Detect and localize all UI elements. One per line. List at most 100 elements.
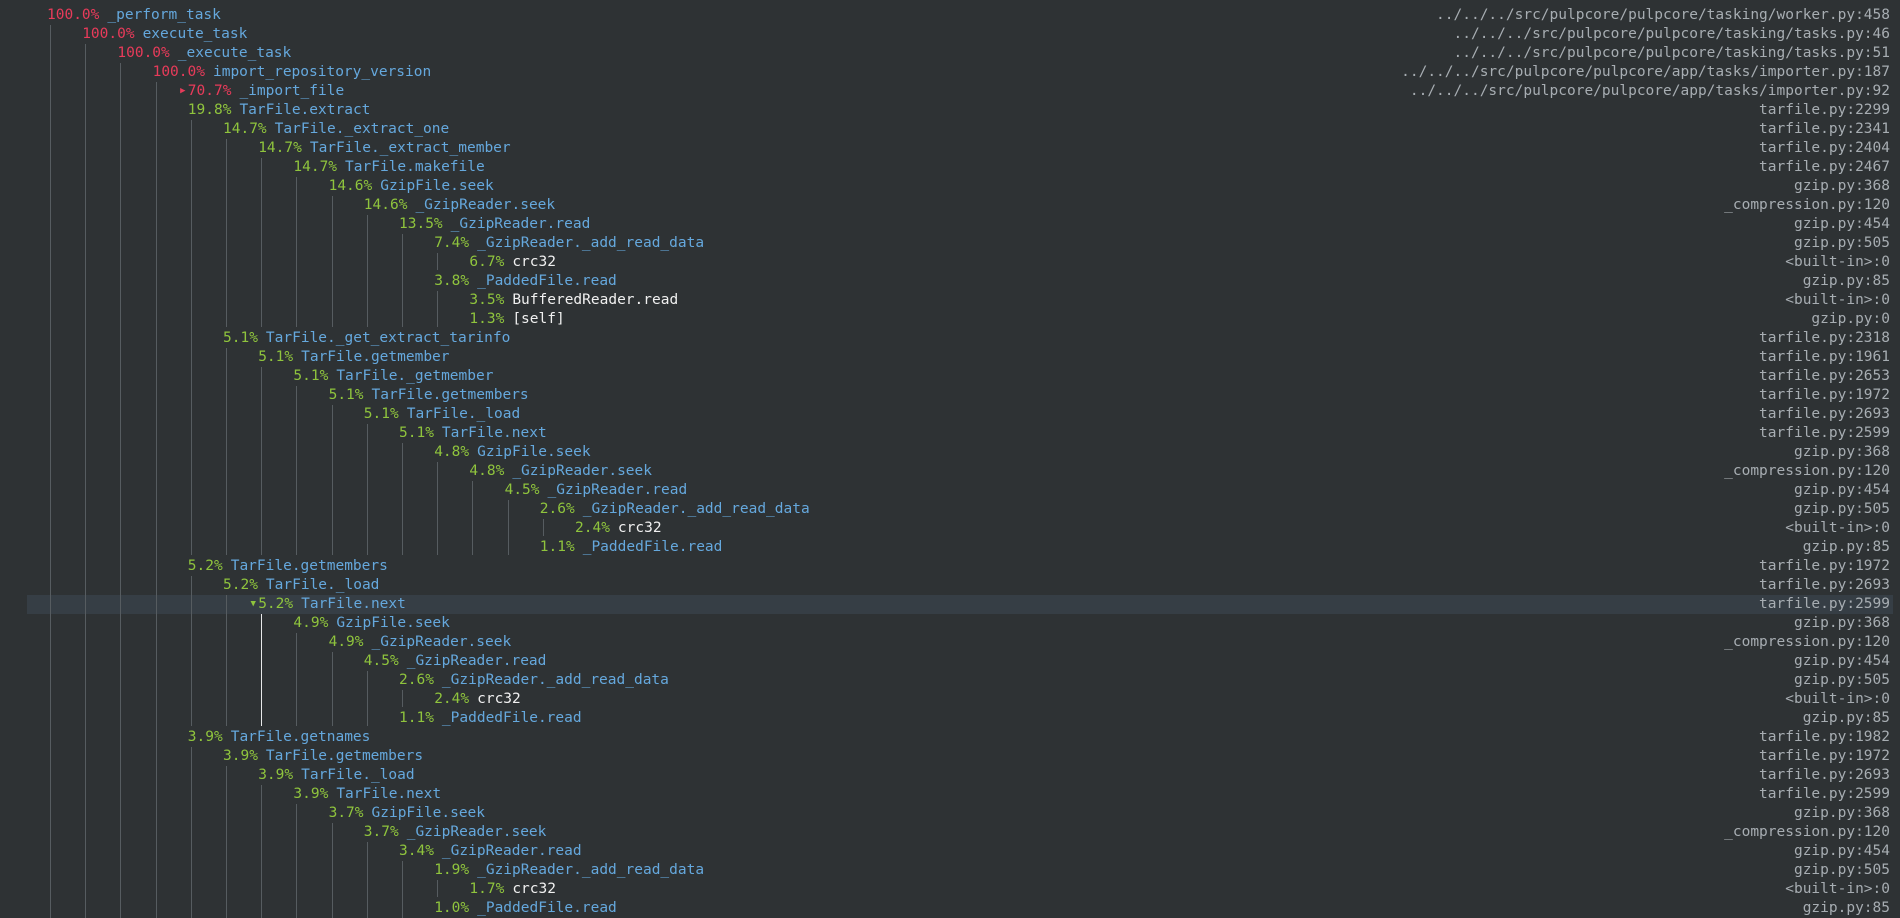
function-name: GzipFile.seek xyxy=(336,615,450,631)
source-location: _compression.py:120 xyxy=(1724,634,1890,650)
row-content: 1.1% _PaddedFile.read xyxy=(399,709,582,728)
percent-value: 1.3% xyxy=(469,311,505,327)
tree-guide-line xyxy=(226,766,227,918)
function-name: _PaddedFile.read xyxy=(582,539,723,555)
function-name: GzipFile.seek xyxy=(371,805,486,821)
tree-row[interactable]: 2.4% crc32 <built-in>:0 xyxy=(0,690,1900,709)
source-location: tarfile.py:1972 xyxy=(1759,748,1890,764)
function-name: _GzipReader.seek xyxy=(512,463,652,479)
tree-guide-line xyxy=(261,158,263,327)
tree-row[interactable]: 4.5% _GzipReader.read gzip.py:454 xyxy=(0,481,1900,500)
tree-row[interactable]: 5.1% TarFile.getmembers tarfile.py:1972 xyxy=(0,386,1900,405)
tree-row[interactable]: 100.0% _perform_task ../../../src/pulpcore… xyxy=(0,6,1900,25)
tree-row[interactable]: 19.8% TarFile.extract tarfile.py:2299 xyxy=(0,101,1900,120)
source-location: gzip.py:505 xyxy=(1793,501,1890,517)
tree-guide-line xyxy=(261,367,263,555)
tree-guide-line xyxy=(85,44,87,918)
tree-row[interactable]: 1.0% _PaddedFile.read gzip.py:85 xyxy=(0,899,1900,918)
tree-row[interactable]: 1.3% [self] gzip.py:0 xyxy=(0,310,1900,329)
source-location: tarfile.py:1972 xyxy=(1759,558,1890,574)
tree-row[interactable]: 1.7% crc32 <built-in>:0 xyxy=(0,880,1900,899)
source-location: tarfile.py:1982 xyxy=(1759,729,1890,745)
tree-row[interactable]: 14.7% TarFile._extract_member tarfile.py:2… xyxy=(0,139,1900,158)
source-location: tarfile.py:2693 xyxy=(1759,577,1890,593)
tree-row[interactable]: 1.1% _PaddedFile.read gzip.py:85 xyxy=(0,709,1900,728)
row-content: 1.7% crc32 xyxy=(469,880,556,899)
tree-row[interactable]: 2.4% crc32 <built-in>:0 xyxy=(0,519,1900,538)
tree-row[interactable]: 4.8% _GzipReader.seek _compression.py:120 xyxy=(0,462,1900,481)
triangle-right-icon[interactable]: ▶ xyxy=(178,82,188,101)
function-name: TarFile._extract_member xyxy=(309,140,511,156)
source-location: tarfile.py:1961 xyxy=(1759,349,1890,365)
tree-row[interactable]: 3.8% _PaddedFile.read gzip.py:85 xyxy=(0,272,1900,291)
tree-row[interactable]: 5.1% TarFile.getmember tarfile.py:1961 xyxy=(0,348,1900,367)
row-content: 14.7% TarFile._extract_member xyxy=(258,139,510,158)
tree-row[interactable]: 5.2% TarFile._load tarfile.py:2693 xyxy=(0,576,1900,595)
tree-row[interactable]: 4.5% _GzipReader.read gzip.py:454 xyxy=(0,652,1900,671)
triangle-down-icon[interactable]: ▼ xyxy=(248,595,258,614)
function-name: [self] xyxy=(512,311,565,327)
function-name: TarFile._load xyxy=(406,406,521,422)
source-location: <built-in>:0 xyxy=(1785,254,1890,270)
tree-guide-line xyxy=(296,386,298,555)
function-name: TarFile.getnames xyxy=(230,729,371,745)
call-tree: 100.0% _perform_task ../../../src/pulpcore… xyxy=(0,6,1900,918)
tree-row[interactable]: 3.9% TarFile.getmembers tarfile.py:1972 xyxy=(0,747,1900,766)
tree-row[interactable]: 3.4% _GzipReader.read gzip.py:454 xyxy=(0,842,1900,861)
tree-row[interactable]: 4.8% GzipFile.seek gzip.py:368 xyxy=(0,443,1900,462)
source-location: ../../../src/pulpcore/pulpcore/tasking/t… xyxy=(1453,26,1891,42)
tree-row[interactable]: 6.7% crc32 <built-in>:0 xyxy=(0,253,1900,272)
percent-value: 19.8% xyxy=(187,102,232,118)
row-content: 14.7% TarFile.makefile xyxy=(293,158,484,177)
function-name: _PaddedFile.read xyxy=(477,273,617,289)
tree-row[interactable]: 100.0% import_repository_version ../../../… xyxy=(0,63,1900,82)
tree-row[interactable]: 5.1% TarFile._get_extract_tarinfo tarfile.… xyxy=(0,329,1900,348)
tree-row[interactable]: ▶ 70.7% _import_file ../../../src/pulpcore/… xyxy=(0,82,1900,101)
tree-row[interactable]: 5.2% TarFile.getmembers tarfile.py:1972 xyxy=(0,557,1900,576)
tree-row[interactable]: 3.7% _GzipReader.seek _compression.py:120 xyxy=(0,823,1900,842)
tree-row[interactable]: 13.5% _GzipReader.read gzip.py:454 xyxy=(0,215,1900,234)
tree-row[interactable]: 3.9% TarFile.getnames tarfile.py:1982 xyxy=(0,728,1900,747)
tree-guide-line xyxy=(437,462,439,555)
percent-value: 7.4% xyxy=(434,235,470,251)
source-location: gzip.py:85 xyxy=(1802,539,1890,555)
tree-row[interactable]: 14.6% _GzipReader.seek _compression.py:120 xyxy=(0,196,1900,215)
row-content: 4.8% _GzipReader.seek xyxy=(469,462,652,481)
row-content: 19.8% TarFile.extract xyxy=(188,101,371,120)
tree-row[interactable]: 100.0% execute_task ../../../src/pulpcore/… xyxy=(0,25,1900,44)
tree-row[interactable]: 3.5% BufferedReader.read <built-in>:0 xyxy=(0,291,1900,310)
row-content: 5.1% TarFile._load xyxy=(364,405,520,424)
source-location: ../../../src/pulpcore/pulpcore/app/tasks… xyxy=(1401,64,1890,80)
tree-row[interactable]: 5.1% TarFile._getmember tarfile.py:2653 xyxy=(0,367,1900,386)
tree-row[interactable]: 3.9% TarFile._load tarfile.py:2693 xyxy=(0,766,1900,785)
tree-row[interactable]: 1.9% _GzipReader._add_read_data gzip.py:50… xyxy=(0,861,1900,880)
tree-row[interactable]: 3.9% TarFile.next tarfile.py:2599 xyxy=(0,785,1900,804)
tree-row[interactable]: 14.7% TarFile._extract_one tarfile.py:2341 xyxy=(0,120,1900,139)
tree-row[interactable]: 14.6% GzipFile.seek gzip.py:368 xyxy=(0,177,1900,196)
percent-value: 14.7% xyxy=(258,140,302,156)
tree-row[interactable]: 1.1% _PaddedFile.read gzip.py:85 xyxy=(0,538,1900,557)
tree-row[interactable]: 2.6% _GzipReader._add_read_data gzip.py:50… xyxy=(0,671,1900,690)
source-location: gzip.py:368 xyxy=(1793,178,1890,194)
row-content: 3.7% GzipFile.seek xyxy=(329,804,485,823)
function-name: TarFile._load xyxy=(265,577,380,593)
tree-row[interactable]: 2.6% _GzipReader._add_read_data gzip.py:50… xyxy=(0,500,1900,519)
percent-value: 2.6% xyxy=(539,501,575,517)
row-content: 3.7% _GzipReader.seek xyxy=(364,823,547,842)
tree-guide-line xyxy=(190,576,192,726)
row-content: 5.1% TarFile._get_extract_tarinfo xyxy=(223,329,510,348)
tree-row[interactable]: 5.1% TarFile._load tarfile.py:2693 xyxy=(0,405,1900,424)
function-name: _GzipReader.read xyxy=(406,653,547,669)
tree-row[interactable]: 5.1% TarFile.next tarfile.py:2599 xyxy=(0,424,1900,443)
tree-row[interactable]: 7.4% _GzipReader._add_read_data gzip.py:50… xyxy=(0,234,1900,253)
row-content: 100.0% import_repository_version xyxy=(153,63,432,82)
tree-row[interactable]: 3.7% GzipFile.seek gzip.py:368 xyxy=(0,804,1900,823)
tree-row[interactable]: 14.7% TarFile.makefile tarfile.py:2467 xyxy=(0,158,1900,177)
row-content: 4.9% GzipFile.seek xyxy=(293,614,449,633)
source-location: tarfile.py:2299 xyxy=(1759,102,1890,118)
tree-row[interactable]: ▼ 5.2% TarFile.next tarfile.py:2599 xyxy=(27,595,1893,614)
tree-row[interactable]: 100.0% _execute_task ../../../src/pulpcore… xyxy=(0,44,1900,63)
tree-row[interactable]: 4.9% _GzipReader.seek _compression.py:120 xyxy=(0,633,1900,652)
tree-row[interactable]: 4.9% GzipFile.seek gzip.py:368 xyxy=(0,614,1900,633)
row-content: 5.1% TarFile.next xyxy=(399,424,547,443)
